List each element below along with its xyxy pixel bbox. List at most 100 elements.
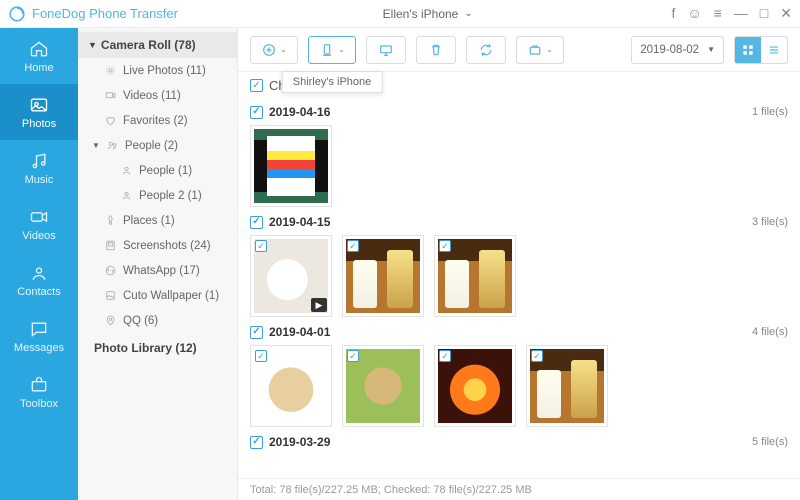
sidebar-item[interactable]: ▼ People (2) (78, 133, 237, 158)
window-controls: f ☺ ≡ — □ ✕ (671, 5, 792, 22)
group-checkbox[interactable] (250, 436, 263, 449)
sidebar-item-label: People (2) (125, 140, 178, 152)
maximize-icon[interactable]: □ (760, 5, 768, 22)
album-icon (104, 314, 117, 327)
view-toggle (734, 36, 788, 64)
nav-label: Videos (22, 230, 55, 242)
refresh-button[interactable] (466, 36, 506, 64)
export-to-pc-button[interactable] (366, 36, 406, 64)
nav-label: Music (25, 174, 54, 186)
check-all-checkbox[interactable] (250, 79, 263, 92)
nav-toolbox[interactable]: Toolbox (0, 364, 78, 420)
status-bar: Total: 78 file(s)/227.25 MB; Checked: 78… (238, 478, 800, 500)
caret-down-icon: ▼ (92, 141, 100, 150)
thumb-image (254, 129, 328, 203)
thumb-row (250, 345, 788, 427)
date-group-header[interactable]: 2019-04-01 4 file(s) (250, 317, 788, 345)
photo-thumbnail[interactable] (342, 235, 424, 317)
group-count: 5 file(s) (752, 436, 788, 448)
main-nav: Home Photos Music Videos Contacts Messag… (0, 28, 78, 500)
sidebar-camera-roll[interactable]: ▼ Camera Roll (78) (78, 32, 237, 58)
group-count: 1 file(s) (752, 106, 788, 118)
thumb-checkbox[interactable] (255, 350, 267, 362)
photo-thumbnail[interactable] (434, 235, 516, 317)
video-badge-icon: ▶ (311, 298, 327, 312)
nav-label: Messages (14, 342, 64, 354)
sidebar-item-label: Favorites (2) (123, 115, 188, 127)
device-selector[interactable]: Ellen's iPhone ⌄ (377, 7, 473, 21)
sidebar-item-label: QQ (6) (123, 315, 158, 327)
thumb-row (250, 125, 788, 207)
app-title: FoneDog Phone Transfer (32, 6, 178, 21)
nav-videos[interactable]: Videos (0, 196, 78, 252)
nav-contacts[interactable]: Contacts (0, 252, 78, 308)
sidebar-item-label: Live Photos (11) (123, 65, 206, 77)
nav-photos[interactable]: Photos (0, 84, 78, 140)
grid-view-button[interactable] (735, 37, 761, 63)
sidebar-item[interactable]: Places (1) (78, 208, 237, 233)
thumb-checkbox[interactable] (255, 240, 267, 252)
sidebar-item[interactable]: WhatsApp (17) (78, 258, 237, 283)
sidebar-item-label: Screenshots (24) (123, 240, 211, 252)
album-icon (104, 264, 117, 277)
sidebar-item[interactable]: Screenshots (24) (78, 233, 237, 258)
group-checkbox[interactable] (250, 216, 263, 229)
photo-thumbnail[interactable] (250, 125, 332, 207)
thumb-checkbox[interactable] (347, 350, 359, 362)
toolbar: ⌄ ⌄ Shirley's iPhone ⌄ 2019-08-02 ▼ (238, 28, 800, 72)
sidebar-item[interactable]: People 2 (1) (78, 183, 237, 208)
group-checkbox[interactable] (250, 326, 263, 339)
feedback-icon[interactable]: ☺ (687, 5, 701, 22)
album-icon (104, 89, 117, 102)
group-count: 4 file(s) (752, 326, 788, 338)
device-name: Ellen's iPhone (383, 7, 459, 21)
thumb-checkbox[interactable] (439, 240, 451, 252)
sidebar-item[interactable]: Cuto Wallpaper (1) (78, 283, 237, 308)
album-icon (104, 214, 117, 227)
nav-messages[interactable]: Messages (0, 308, 78, 364)
date-group-header[interactable]: 2019-04-161 file(s) (250, 97, 788, 125)
photo-thumbnail[interactable] (250, 345, 332, 427)
photo-thumbnail[interactable] (342, 345, 424, 427)
caret-down-icon: ▼ (88, 40, 97, 50)
list-view-button[interactable] (761, 37, 787, 63)
sidebar-item[interactable]: Live Photos (11) (78, 58, 237, 83)
thumb-checkbox[interactable] (531, 350, 543, 362)
more-tools-button[interactable]: ⌄ (516, 36, 564, 64)
thumb-checkbox[interactable] (439, 350, 451, 362)
group-checkbox[interactable] (250, 106, 263, 119)
nav-home[interactable]: Home (0, 28, 78, 84)
nav-label: Photos (22, 118, 56, 130)
photo-thumbnail[interactable] (434, 345, 516, 427)
photo-thumbnail[interactable]: ▶ (250, 235, 332, 317)
album-icon (120, 164, 133, 177)
date-group-header[interactable]: 2019-04-153 file(s) (250, 207, 788, 235)
sidebar-item[interactable]: Favorites (2) (78, 108, 237, 133)
sidebar-photo-library[interactable]: Photo Library (12) (78, 333, 237, 361)
sidebar-item-label: WhatsApp (17) (123, 265, 200, 277)
date-filter[interactable]: 2019-08-02 ▼ (631, 36, 724, 64)
menu-icon[interactable]: ≡ (714, 5, 722, 22)
sidebar-label: Camera Roll (78) (101, 38, 196, 52)
export-to-device-button[interactable]: ⌄ Shirley's iPhone (308, 36, 356, 64)
photo-thumbnail[interactable] (526, 345, 608, 427)
nav-music[interactable]: Music (0, 140, 78, 196)
thumb-checkbox[interactable] (347, 240, 359, 252)
delete-button[interactable] (416, 36, 456, 64)
photo-scroll-area[interactable]: 2019-04-161 file(s) 2019-04-153 file(s) ▶ 2… (238, 97, 800, 478)
titlebar: FoneDog Phone Transfer Ellen's iPhone ⌄ … (0, 0, 800, 28)
add-button[interactable]: ⌄ (250, 36, 298, 64)
group-date: 2019-04-01 (269, 325, 330, 339)
sidebar-item-label: People (1) (139, 165, 192, 177)
group-date: 2019-04-15 (269, 215, 330, 229)
sidebar-item-label: Cuto Wallpaper (1) (123, 290, 219, 302)
album-icon (120, 189, 133, 202)
sidebar-item[interactable]: QQ (6) (78, 308, 237, 333)
date-group-header[interactable]: 2019-03-295 file(s) (250, 427, 788, 455)
facebook-icon[interactable]: f (671, 5, 675, 22)
tooltip: Shirley's iPhone (282, 71, 383, 93)
sidebar-item[interactable]: People (1) (78, 158, 237, 183)
sidebar-item[interactable]: Videos (11) (78, 83, 237, 108)
minimize-icon[interactable]: — (734, 5, 748, 22)
close-icon[interactable]: ✕ (780, 5, 792, 22)
